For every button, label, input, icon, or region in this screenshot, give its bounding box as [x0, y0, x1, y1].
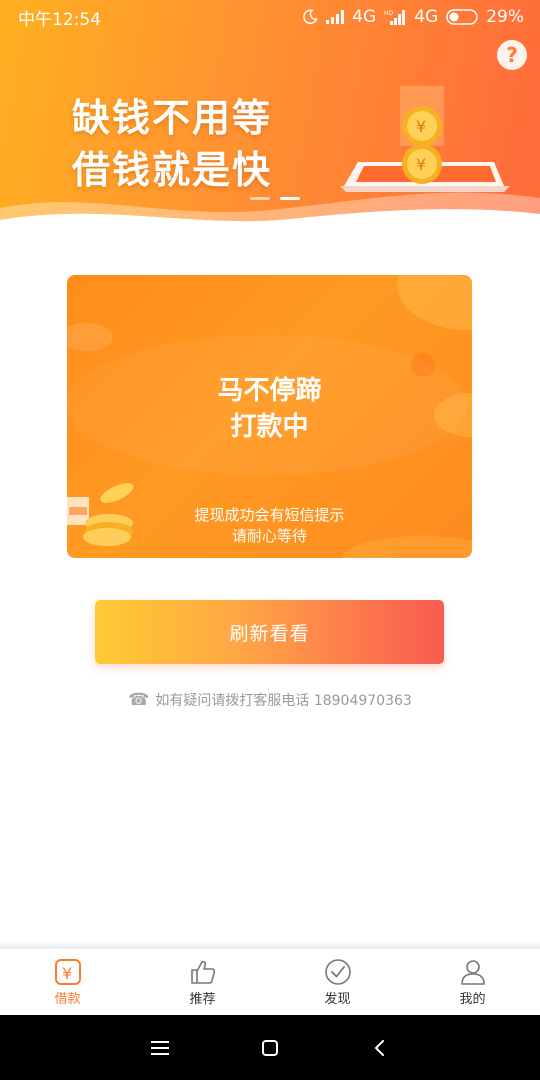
user-icon [460, 959, 485, 985]
tabbar-shadow [0, 940, 540, 948]
tab-discover[interactable]: 发现 [270, 949, 405, 1015]
hd-signal-icon: HD [384, 10, 406, 25]
card-title-line-1: 马不停蹄 [217, 376, 322, 406]
card-subtitle-line-2: 请耐心等待 [231, 527, 307, 545]
yuan-icon: ¥ [54, 958, 81, 985]
network-label-1: 4G [352, 7, 377, 27]
banner: 中午12:54 4G HD 4G 29% ? 缺钱不用等 借钱就是快 ¥ ¥ [0, 0, 540, 240]
tab-mine[interactable]: 我的 [405, 949, 540, 1015]
payout-status-card: 马不停蹄 打款中 提现成功会有短信提示 请耐心等待 [67, 275, 472, 558]
pager-dot-active[interactable] [280, 197, 300, 200]
svg-text:¥: ¥ [416, 155, 426, 174]
slogan-line-2: 借钱就是快 [72, 148, 273, 192]
menu-icon[interactable] [150, 1039, 170, 1057]
customer-service-hotline[interactable]: ☎ 如有疑问请拨打客服电话 18904970363 [0, 690, 540, 710]
status-time: 中午12:54 [18, 9, 101, 30]
phone-coins-illustration: ¥ ¥ [340, 86, 510, 192]
system-nav-bar [0, 1015, 540, 1080]
back-icon[interactable] [370, 1038, 390, 1058]
tab-loan[interactable]: ¥ 借款 [0, 949, 135, 1015]
card-title-line-2: 打款中 [230, 412, 309, 442]
tab-label: 发现 [324, 991, 351, 1007]
card-subtitle-line-1: 提现成功会有短信提示 [194, 506, 345, 524]
telephone-icon: ☎ [128, 689, 150, 710]
thumbs-up-icon [190, 960, 215, 984]
pager-dot[interactable] [250, 197, 270, 200]
slogan-line-1: 缺钱不用等 [72, 96, 273, 140]
banner-slogan: 缺钱不用等 借钱就是快 [72, 92, 272, 196]
battery-icon [446, 9, 478, 25]
moon-icon [303, 9, 318, 25]
tab-label: 推荐 [189, 991, 216, 1007]
refresh-button[interactable]: 刷新看看 [95, 600, 444, 664]
network-label-2: 4G [414, 7, 439, 27]
card-subtitle: 提现成功会有短信提示 请耐心等待 [67, 505, 472, 547]
bottom-tab-bar: ¥ 借款 推荐 发现 我的 [0, 948, 540, 1015]
question-icon: ? [506, 43, 518, 67]
hotline-text: 如有疑问请拨打客服电话 18904970363 [155, 693, 412, 709]
help-button[interactable]: ? [497, 40, 527, 70]
svg-text:HD: HD [384, 10, 394, 17]
banner-pager [250, 197, 300, 200]
tab-label: 我的 [459, 991, 486, 1007]
check-circle-icon [324, 958, 351, 985]
card-title: 马不停蹄 打款中 [67, 373, 472, 445]
battery-percent: 29% [486, 7, 524, 27]
tab-recommend[interactable]: 推荐 [135, 949, 270, 1015]
signal-icon [326, 10, 345, 24]
tab-label: 借款 [54, 991, 81, 1007]
svg-text:¥: ¥ [62, 964, 72, 983]
home-icon[interactable] [260, 1038, 280, 1058]
status-bar: 中午12:54 4G HD 4G 29% [0, 0, 540, 34]
svg-text:¥: ¥ [416, 117, 426, 136]
